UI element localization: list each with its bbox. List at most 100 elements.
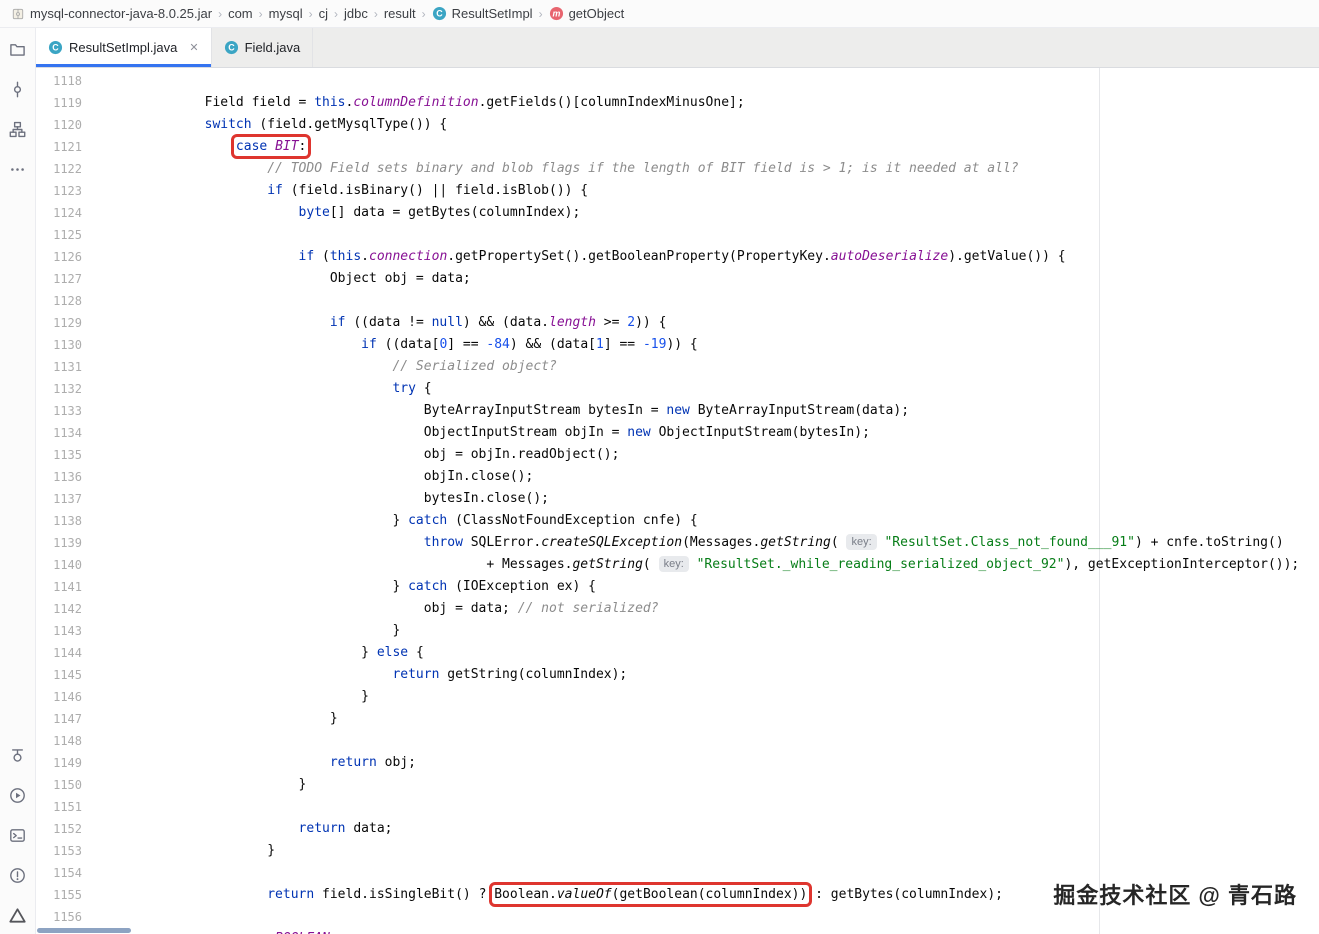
line-number[interactable]: 1118	[36, 70, 82, 92]
line-number[interactable]: 1133	[36, 400, 82, 422]
problems-button[interactable]	[5, 862, 31, 888]
code-line[interactable]: 1152 return data;	[36, 818, 1319, 840]
line-number[interactable]: 1129	[36, 312, 82, 334]
line-number[interactable]: 1136	[36, 466, 82, 488]
code-line[interactable]: 1138 } catch (ClassNotFoundException cnf…	[36, 510, 1319, 532]
breadcrumb-item-cj[interactable]: cj	[316, 6, 331, 21]
code-line[interactable]: 1149 return obj;	[36, 752, 1319, 774]
line-number[interactable]: 1122	[36, 158, 82, 180]
line-number[interactable]: 1130	[36, 334, 82, 356]
line-number[interactable]: 1131	[36, 356, 82, 378]
line-number[interactable]: 1150	[36, 774, 82, 796]
breadcrumb-item-mysql-connector-java-8.0.25.jar[interactable]: mysql-connector-java-8.0.25.jar	[8, 6, 215, 21]
line-number[interactable]: 1138	[36, 510, 82, 532]
code-line[interactable]: 1141 } catch (IOException ex) {	[36, 576, 1319, 598]
code-area[interactable]: 1118 1119 Field field = this.columnDefini…	[36, 68, 1319, 934]
commit-button[interactable]	[5, 76, 31, 102]
line-number[interactable]: 1127	[36, 268, 82, 290]
editor[interactable]: 1118 1119 Field field = this.columnDefini…	[36, 68, 1319, 934]
code-line[interactable]: 1124 byte[] data = getBytes(columnIndex)…	[36, 202, 1319, 224]
tab-ResultSetImpl.java[interactable]: C ResultSetImpl.java ✕	[36, 28, 212, 67]
services-button[interactable]	[5, 742, 31, 768]
line-number[interactable]: 1135	[36, 444, 82, 466]
structure-button[interactable]	[5, 116, 31, 142]
line-number[interactable]: 1149	[36, 752, 82, 774]
code-line[interactable]: 1134 ObjectInputStream objIn = new Objec…	[36, 422, 1319, 444]
warning-button[interactable]	[5, 902, 31, 928]
code-line[interactable]: 1131 // Serialized object?	[36, 356, 1319, 378]
line-number[interactable]: 1145	[36, 664, 82, 686]
line-number[interactable]: 1128	[36, 290, 82, 312]
code-line[interactable]: 1142 obj = data; // not serialized?	[36, 598, 1319, 620]
line-number[interactable]: 1153	[36, 840, 82, 862]
code-line[interactable]: 1151	[36, 796, 1319, 818]
horizontal-scrollbar-thumb[interactable]	[37, 928, 131, 933]
code-line[interactable]: 1129 if ((data != null) && (data.length …	[36, 312, 1319, 334]
code-line[interactable]: 1127 Object obj = data;	[36, 268, 1319, 290]
code-line[interactable]: 1118	[36, 70, 1319, 92]
breadcrumb-item-jdbc[interactable]: jdbc	[341, 6, 371, 21]
code-line[interactable]: 1157 case BOOLEAN:	[36, 928, 1319, 934]
line-number[interactable]: 1148	[36, 730, 82, 752]
code-line[interactable]: 1137 bytesIn.close();	[36, 488, 1319, 510]
code-line[interactable]: 1143 }	[36, 620, 1319, 642]
breadcrumb-label: mysql	[268, 6, 303, 21]
code-line[interactable]: 1121 case BIT:	[36, 134, 1319, 159]
code-line[interactable]: 1147 }	[36, 708, 1319, 730]
code-line[interactable]: 1146 }	[36, 686, 1319, 708]
line-number[interactable]: 1143	[36, 620, 82, 642]
line-number[interactable]: 1123	[36, 180, 82, 202]
code-line[interactable]: 1128	[36, 290, 1319, 312]
line-number[interactable]: 1126	[36, 246, 82, 268]
code-line[interactable]: 1136 objIn.close();	[36, 466, 1319, 488]
code-line[interactable]: 1125	[36, 224, 1319, 246]
line-number[interactable]: 1121	[36, 136, 82, 158]
code-line[interactable]: 1139 throw SQLError.createSQLException(M…	[36, 532, 1319, 554]
line-number[interactable]: 1137	[36, 488, 82, 510]
line-number[interactable]: 1140	[36, 554, 82, 576]
tab-Field.java[interactable]: C Field.java	[212, 28, 314, 67]
code-line[interactable]: 1133 ByteArrayInputStream bytesIn = new …	[36, 400, 1319, 422]
code-line[interactable]: 1120 switch (field.getMysqlType()) {	[36, 114, 1319, 136]
line-number[interactable]: 1144	[36, 642, 82, 664]
line-number[interactable]: 1132	[36, 378, 82, 400]
line-number[interactable]: 1151	[36, 796, 82, 818]
code-line[interactable]: 1119 Field field = this.columnDefinition…	[36, 92, 1319, 114]
line-number[interactable]: 1141	[36, 576, 82, 598]
line-number[interactable]: 1119	[36, 92, 82, 114]
code-line[interactable]: 1153 }	[36, 840, 1319, 862]
line-number[interactable]: 1147	[36, 708, 82, 730]
code-line[interactable]: 1150 }	[36, 774, 1319, 796]
run-button[interactable]	[5, 782, 31, 808]
line-number[interactable]: 1139	[36, 532, 82, 554]
code-line[interactable]: 1123 if (field.isBinary() || field.isBlo…	[36, 180, 1319, 202]
code-line[interactable]: 1122 // TODO Field sets binary and blob …	[36, 158, 1319, 180]
code-line[interactable]: 1148	[36, 730, 1319, 752]
breadcrumb-item-com[interactable]: com	[225, 6, 256, 21]
code-line[interactable]: 1144 } else {	[36, 642, 1319, 664]
line-number[interactable]: 1152	[36, 818, 82, 840]
line-number[interactable]: 1120	[36, 114, 82, 136]
code-line[interactable]: 1145 return getString(columnIndex);	[36, 664, 1319, 686]
line-number[interactable]: 1155	[36, 884, 82, 906]
code-line[interactable]: 1135 obj = objIn.readObject();	[36, 444, 1319, 466]
code-line[interactable]: 1140 + Messages.getString( key: "ResultS…	[36, 554, 1319, 576]
line-number[interactable]: 1146	[36, 686, 82, 708]
code-line[interactable]: 1132 try {	[36, 378, 1319, 400]
line-number[interactable]: 1125	[36, 224, 82, 246]
breadcrumb-item-ResultSetImpl[interactable]: C ResultSetImpl	[429, 6, 536, 21]
code-line[interactable]: 1126 if (this.connection.getPropertySet(…	[36, 246, 1319, 268]
folder-button[interactable]	[5, 36, 31, 62]
breadcrumb-item-getObject[interactable]: m getObject	[546, 6, 628, 21]
code-line[interactable]: 1130 if ((data[0] == -84) && (data[1] ==…	[36, 334, 1319, 356]
line-number[interactable]: 1142	[36, 598, 82, 620]
breadcrumb-item-mysql[interactable]: mysql	[266, 6, 306, 21]
close-icon[interactable]: ✕	[189, 41, 198, 54]
more-button[interactable]	[5, 156, 31, 182]
terminal-button[interactable]	[5, 822, 31, 848]
line-number[interactable]: 1154	[36, 862, 82, 884]
line-number[interactable]: 1134	[36, 422, 82, 444]
line-number[interactable]: 1124	[36, 202, 82, 224]
line-number[interactable]: 1156	[36, 906, 82, 928]
breadcrumb-item-result[interactable]: result	[381, 6, 419, 21]
